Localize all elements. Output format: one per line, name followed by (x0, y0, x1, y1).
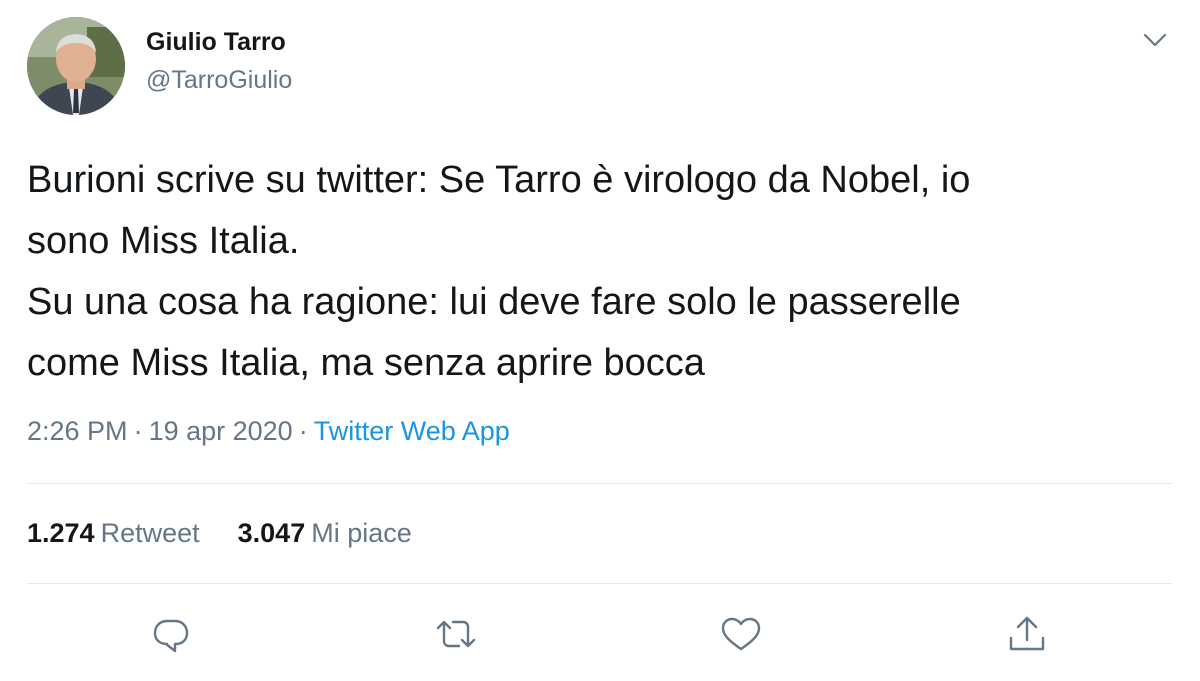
author-handle[interactable]: @TarroGiulio (146, 66, 292, 95)
like-button[interactable] (719, 612, 763, 656)
more-options-button[interactable] (1140, 28, 1170, 52)
heart-icon (721, 617, 761, 651)
tweet-text-line: Su una cosa ha ragione: lui deve fare so… (27, 281, 961, 323)
tweet-date[interactable]: 19 apr 2020 (149, 416, 293, 446)
likes-label: Mi piace (311, 518, 412, 548)
author-display-name[interactable]: Giulio Tarro (146, 28, 286, 57)
share-icon (1009, 616, 1045, 651)
retweets-count: 1.274 (27, 518, 95, 548)
retweets-stat[interactable]: 1.274 Retweet (27, 518, 200, 549)
tweet-time[interactable]: 2:26 PM (27, 416, 128, 446)
tweet-text-line: come Miss Italia, ma senza aprire bocca (27, 342, 705, 384)
retweet-icon (436, 620, 476, 648)
meta-separator: · (133, 416, 143, 446)
tweet-card: Giulio Tarro @TarroGiulio Burioni scrive… (0, 0, 1200, 681)
divider (27, 583, 1172, 584)
tweet-text-line: sono Miss Italia. (27, 220, 300, 262)
tweet-text-line: Burioni scrive su twitter: Se Tarro è vi… (27, 159, 971, 201)
share-button[interactable] (1005, 612, 1049, 656)
chevron-down-icon (1143, 33, 1167, 47)
reply-icon (153, 619, 189, 653)
tweet-meta: 2:26 PM · 19 apr 2020 · Twitter Web App (27, 416, 510, 447)
likes-count: 3.047 (237, 518, 306, 548)
divider (27, 483, 1172, 484)
tweet-stats: 1.274 Retweet 3.047 Mi piace (27, 518, 412, 549)
meta-separator: · (298, 416, 308, 446)
reply-button[interactable] (149, 612, 193, 656)
tweet-text: Burioni scrive su twitter: Se Tarro è vi… (27, 150, 1167, 394)
likes-stat[interactable]: 3.047 Mi piace (238, 518, 412, 549)
avatar-image (27, 17, 125, 115)
retweet-button[interactable] (434, 612, 478, 656)
tweet-source-link[interactable]: Twitter Web App (314, 416, 510, 446)
retweets-label: Retweet (100, 518, 200, 548)
avatar[interactable] (27, 17, 125, 115)
